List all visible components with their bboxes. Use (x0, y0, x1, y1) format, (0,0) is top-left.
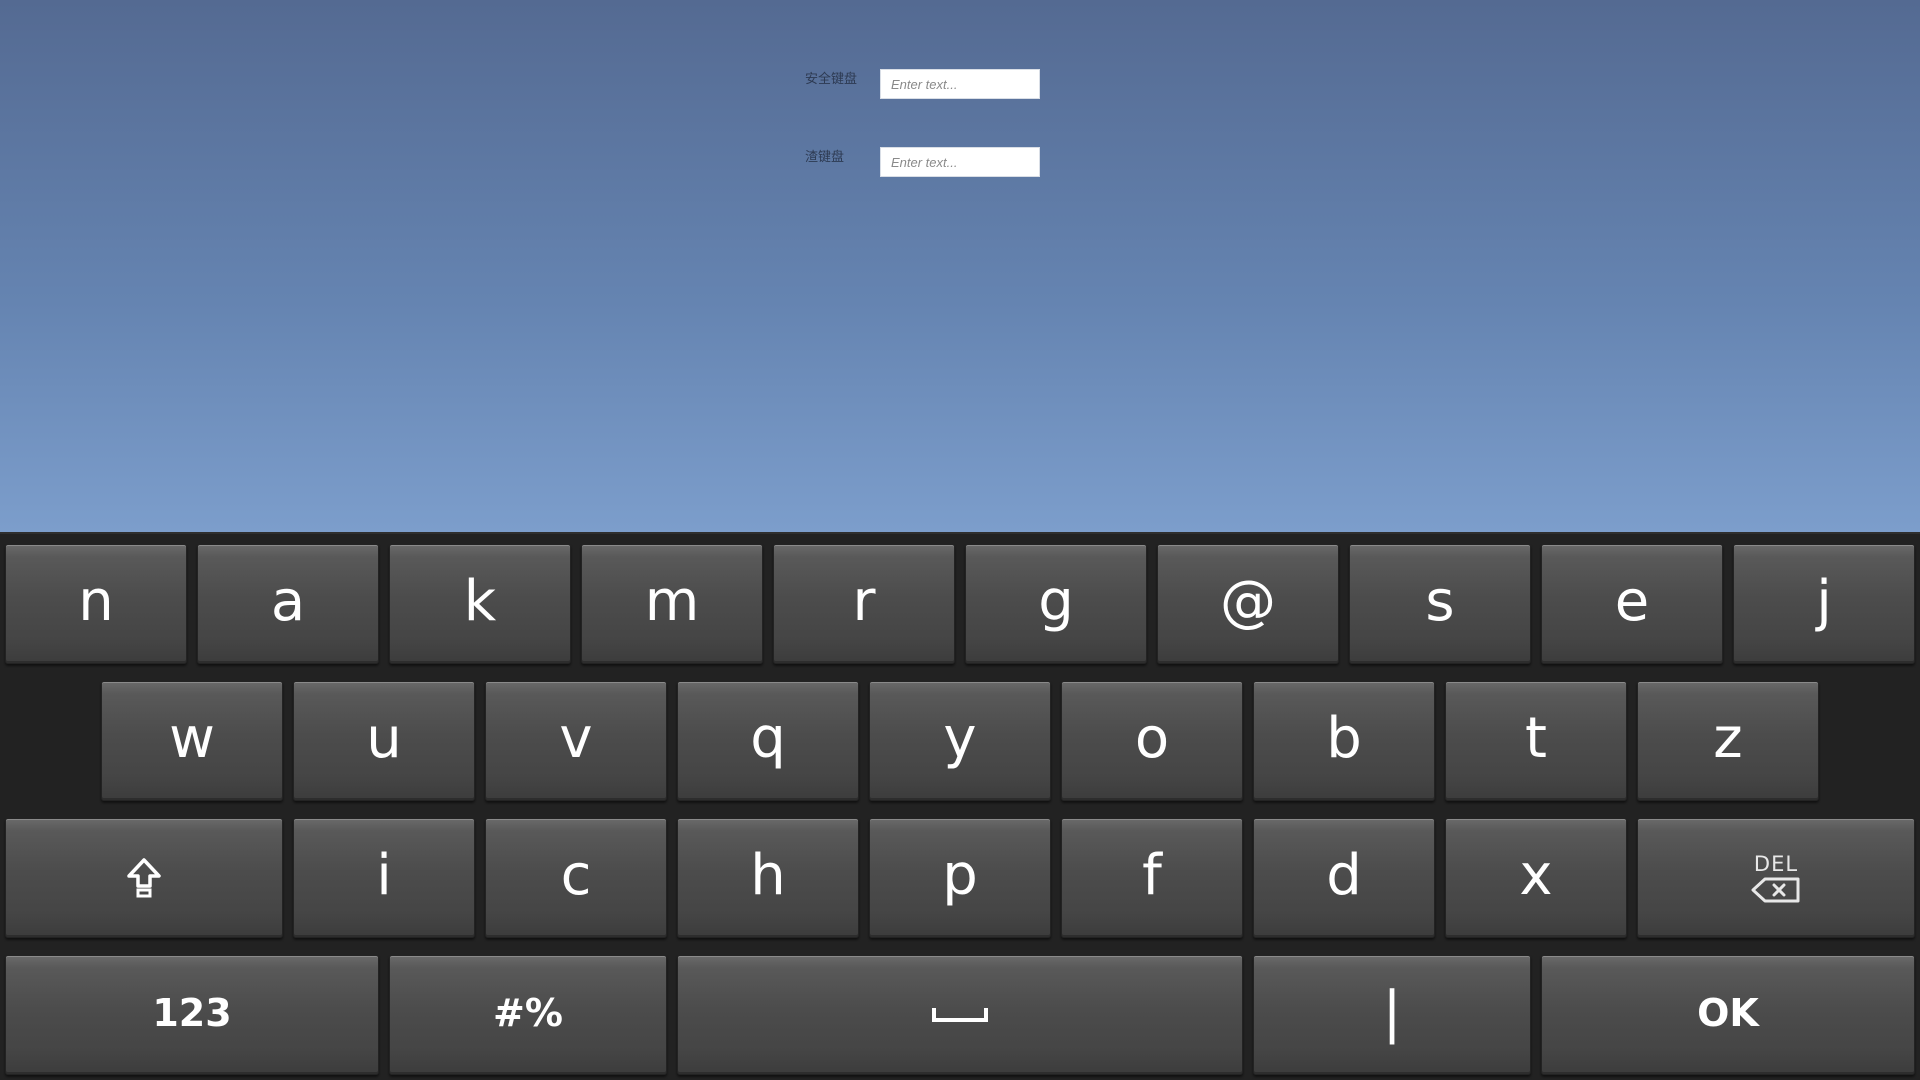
key-label: b (1326, 706, 1362, 771)
key-label: n (78, 569, 114, 634)
delete-key-content: DEL (1751, 851, 1801, 903)
key-label: v (559, 706, 593, 771)
key-label: m (644, 569, 700, 634)
key-label: e (1614, 569, 1650, 634)
key-label: q (750, 706, 786, 771)
key-letter[interactable]: e (1541, 544, 1723, 664)
pipe-key-label: | (1382, 980, 1402, 1045)
key-label: p (942, 843, 978, 908)
key-letter[interactable]: u (293, 681, 475, 801)
key-label: h (750, 843, 786, 908)
key-letter[interactable]: o (1061, 681, 1243, 801)
key-label: @ (1220, 569, 1276, 634)
key-letter[interactable]: r (773, 544, 955, 664)
key-label: w (169, 706, 215, 771)
key-label: g (1038, 569, 1074, 634)
key-label: c (560, 843, 592, 908)
keyboard-row-4: 123 #% | OK (5, 955, 1915, 1075)
key-letter[interactable]: x (1445, 818, 1627, 938)
key-label: x (1519, 843, 1553, 908)
numbers-key-label: 123 (152, 991, 232, 1035)
keyboard-row-3: i c h p f d x DEL (5, 818, 1915, 938)
key-label: t (1525, 706, 1547, 771)
keyboard-row-2: w u v q y o b t z (101, 681, 1819, 801)
key-letter[interactable]: g (965, 544, 1147, 664)
ok-key-label: OK (1697, 991, 1759, 1035)
key-letter[interactable]: b (1253, 681, 1435, 801)
key-letter[interactable]: c (485, 818, 667, 938)
key-letter[interactable]: d (1253, 818, 1435, 938)
key-letter[interactable]: n (5, 544, 187, 664)
shift-arrow-up-icon (127, 858, 161, 898)
key-letter[interactable]: a (197, 544, 379, 664)
app-screen: 安全键盘 渣键盘 n a k m r g @ s e j w u v q y o… (0, 0, 1920, 1080)
key-label: s (1425, 569, 1455, 634)
key-label: z (1713, 706, 1743, 771)
secure-keyboard-label: 安全键盘 (805, 71, 858, 87)
space-bar-icon (932, 1008, 988, 1022)
key-letter[interactable]: j (1733, 544, 1915, 664)
key-at-sign[interactable]: @ (1157, 544, 1339, 664)
key-letter[interactable]: h (677, 818, 859, 938)
secure-keyboard-input[interactable] (880, 69, 1040, 99)
key-letter[interactable]: i (293, 818, 475, 938)
key-letter[interactable]: f (1061, 818, 1243, 938)
numbers-key[interactable]: 123 (5, 955, 379, 1075)
keyboard-row-1: n a k m r g @ s e j (5, 544, 1915, 664)
key-letter[interactable]: s (1349, 544, 1531, 664)
symbols-key[interactable]: #% (389, 955, 667, 1075)
basic-keyboard-field-row: 渣键盘 (805, 147, 1040, 177)
key-label: u (366, 706, 402, 771)
delete-key-label: DEL (1753, 851, 1799, 876)
secure-keyboard-field-row: 安全键盘 (805, 69, 1040, 99)
key-label: r (852, 569, 876, 634)
pipe-key[interactable]: | (1253, 955, 1531, 1075)
key-label: j (1816, 569, 1832, 634)
backspace-icon (1751, 877, 1800, 902)
key-label: f (1142, 843, 1162, 908)
key-letter[interactable]: y (869, 681, 1051, 801)
delete-key[interactable]: DEL (1637, 818, 1915, 938)
virtual-keyboard: n a k m r g @ s e j w u v q y o b t z i … (0, 532, 1920, 1080)
shift-key[interactable] (5, 818, 283, 938)
key-label: k (463, 569, 497, 634)
key-letter[interactable]: z (1637, 681, 1819, 801)
key-letter[interactable]: q (677, 681, 859, 801)
key-letter[interactable]: w (101, 681, 283, 801)
key-letter[interactable]: k (389, 544, 571, 664)
key-label: y (943, 706, 977, 771)
key-label: o (1134, 706, 1170, 771)
key-label: i (376, 843, 392, 908)
key-label: d (1326, 843, 1362, 908)
key-letter[interactable]: m (581, 544, 763, 664)
space-key[interactable] (677, 955, 1243, 1075)
key-letter[interactable]: p (869, 818, 1051, 938)
key-letter[interactable]: t (1445, 681, 1627, 801)
basic-keyboard-input[interactable] (880, 147, 1040, 177)
key-label: a (270, 569, 306, 634)
key-letter[interactable]: v (485, 681, 667, 801)
ok-key[interactable]: OK (1541, 955, 1915, 1075)
symbols-key-label: #% (493, 991, 563, 1035)
basic-keyboard-label: 渣键盘 (805, 149, 845, 165)
